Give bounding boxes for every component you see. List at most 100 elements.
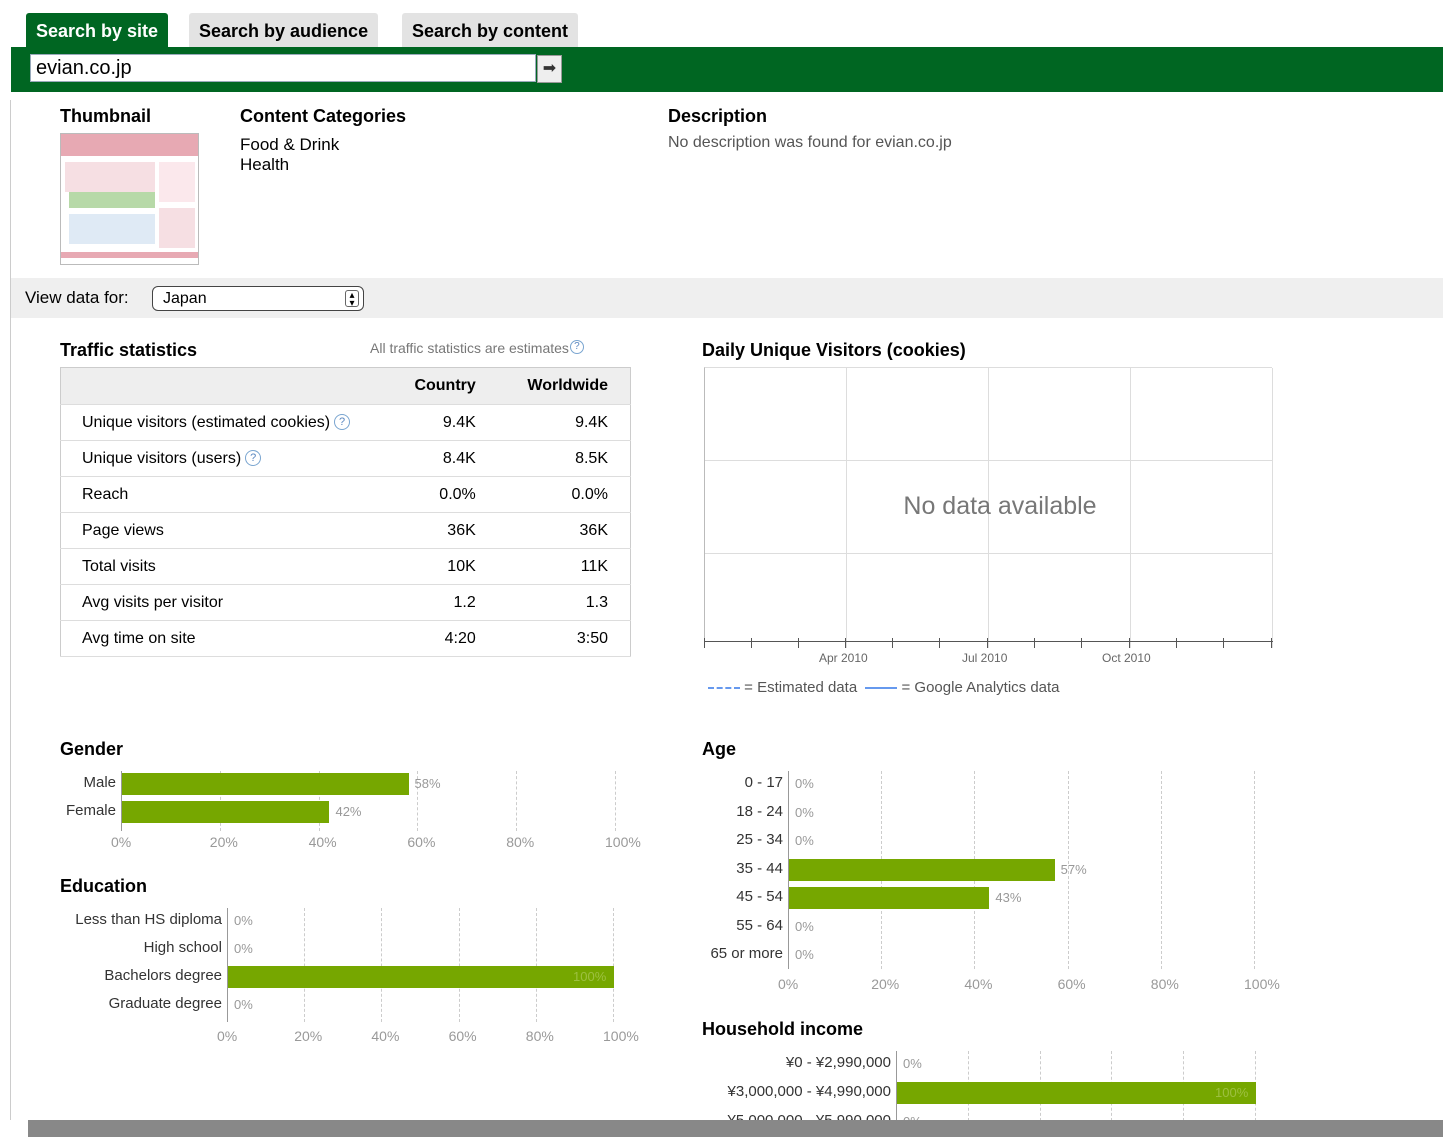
x-tick-label: 40% [371,1028,400,1044]
x-tick-label: 100% [1244,976,1280,992]
left-border [10,100,11,1120]
gridline [1254,771,1255,969]
x-tick-label: 60% [407,834,436,850]
category-label: Graduate degree [108,995,222,1012]
x-tick-label: Jul 2010 [962,651,1008,665]
gridline [1160,771,1162,969]
gridline [381,908,383,1022]
table-row: Unique visitors (users)? 8.4K 8.5K [60,440,631,477]
value-label: 42% [335,804,362,819]
tab-search-by-audience[interactable]: Search by audience [189,13,379,48]
x-tick-label: 20% [209,834,238,850]
site-search-input[interactable]: evian.co.jp [30,54,536,82]
category-label: 45 - 54 [736,888,783,905]
x-tick-label: Apr 2010 [819,651,868,665]
categories-list: Food & Drink Health [240,135,339,175]
category-label: 65 or more [710,945,783,962]
table-row: Reach 0.0% 0.0% [60,476,631,513]
daily-x-ticks [704,638,1272,650]
x-tick-label: 100% [603,1028,639,1044]
gridline [615,771,616,831]
daily-visitors-chart: No data available [704,367,1273,648]
column-worldwide: Worldwide [497,367,631,405]
value-label: 0% [795,833,814,848]
category-label: Less than HS diploma [75,911,222,928]
value-label: 0% [234,913,253,928]
value-label: 100% [573,969,607,984]
gridline [516,771,518,831]
category-label: ¥3,000,000 - ¥4,990,000 [727,1083,891,1100]
description-heading: Description [668,106,768,126]
bar [122,773,409,795]
value-label: 0% [234,997,253,1012]
traffic-statistics-title: Traffic statistics [60,340,198,360]
thumbnail-heading: Thumbnail [60,106,151,126]
x-tick-label: 80% [525,1028,554,1044]
household-income-title: Household income [702,1019,864,1039]
value-label: 43% [995,890,1022,905]
value-label: 0% [795,947,814,962]
x-tick-label: 20% [294,1028,323,1044]
value-label: 0% [795,804,814,820]
daily-visitors-title: Daily Unique Visitors (cookies) [702,340,966,360]
bar [228,966,614,988]
value-label: 57% [1060,861,1087,877]
category-label: 55 - 64 [736,916,783,934]
table-row: Page views 36K 36K [60,512,631,549]
column-country: Country [390,367,498,405]
gridline [458,908,460,1022]
site-thumbnail[interactable] [60,133,199,265]
value-label: 100% [1215,1085,1249,1100]
daily-legend: = Estimated data = Google Analytics data [708,679,1060,696]
axis-line [227,908,228,1022]
value-label: 0% [795,918,814,934]
education-title: Education [60,876,148,896]
gridline [304,908,306,1022]
category-label: 18 - 24 [736,802,783,820]
category-label: 0 - 17 [744,774,783,791]
x-tick-label: 60% [448,1028,477,1044]
category-label: 35 - 44 [736,859,783,877]
value-label: 0% [234,941,253,956]
value-label: 58% [414,776,441,791]
x-tick-label: 0% [111,834,132,850]
table-row: Avg visits per visitor 1.2 1.3 [60,584,631,621]
x-tick-label: 40% [964,976,993,992]
bottom-bar [28,1120,1443,1137]
category-item[interactable]: Health [240,155,339,175]
bar [122,801,330,823]
x-tick-label: 80% [1150,976,1179,992]
value-label: 0% [903,1056,922,1071]
go-button[interactable]: ➡ [537,55,562,83]
gridline [613,908,614,1022]
table-row: Unique visitors (estimated cookies)? 9.4K… [60,404,631,441]
tab-search-by-site[interactable]: Search by site [26,13,169,48]
category-label: High school [143,939,222,956]
traffic-statistics-table: Country Worldwide Unique visitors (estim… [60,367,631,657]
tab-search-by-content[interactable]: Search by content [402,13,579,48]
country-select-value: Japan [163,290,207,307]
x-tick-label: 0% [778,976,799,992]
view-data-label: View data for: [25,288,129,307]
category-label: 25 - 34 [736,831,783,848]
x-tick-label: 40% [308,834,337,850]
help-icon[interactable]: ? [569,340,584,354]
x-tick-label: 60% [1057,976,1086,992]
bar [789,858,1055,881]
age-title: Age [702,739,737,759]
gender-title: Gender [60,739,124,759]
no-data-message: No data available [903,492,1097,520]
select-arrows-icon: ▴ ▾ [345,290,359,309]
estimates-note: All traffic statistics are estimates? [370,340,584,356]
dashed-line-icon [708,687,740,690]
category-item[interactable]: Food & Drink [240,135,339,155]
x-tick-label: 80% [506,834,535,850]
help-icon[interactable]: ? [334,414,351,431]
bar [897,1082,1256,1104]
country-select[interactable]: Japan ▴ ▾ [152,286,364,311]
help-icon[interactable]: ? [245,450,262,467]
category-label: Bachelors degree [104,967,222,984]
x-tick-label: 100% [605,834,641,850]
category-label: ¥0 - ¥2,990,000 [785,1054,891,1071]
table-row: Total visits 10K 11K [60,548,631,585]
